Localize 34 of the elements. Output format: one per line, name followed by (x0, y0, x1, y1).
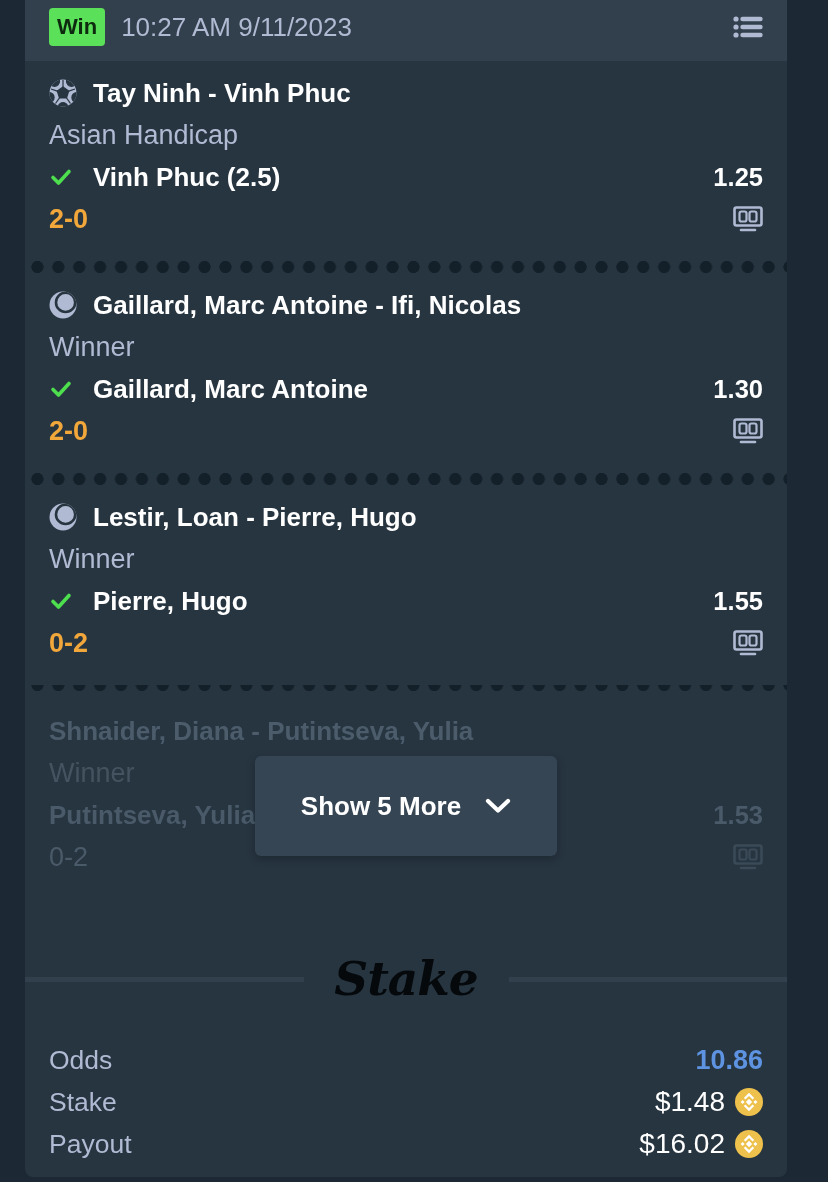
odds-value: 1.55 (713, 586, 763, 616)
soccer-ball-icon (49, 79, 77, 107)
scoreboard-icon (733, 206, 763, 232)
amount-value: $16.02 (639, 1128, 725, 1160)
summary-label: Payout (49, 1128, 132, 1160)
menu-icon[interactable] (733, 15, 763, 39)
event-title: Lestir, Loan - Pierre, Hugo (93, 501, 417, 533)
event-title: Gaillard, Marc Antoine - Ifi, Nicolas (93, 289, 522, 321)
summary-label: Stake (49, 1086, 117, 1118)
amount-value: $1.48 (654, 1086, 725, 1118)
market-name: Winner (49, 331, 135, 363)
selection-name: Pierre, Hugo (93, 585, 248, 617)
total-odds-value: 10.86 (695, 1044, 763, 1076)
tennis-ball-icon (49, 291, 77, 319)
status-badge: Win (49, 8, 106, 46)
scoreboard-icon (733, 630, 763, 656)
bet-time: 10:27 AM 9/11/2023 (121, 11, 352, 43)
odds-value: 1.25 (713, 162, 763, 192)
score-text: 0-2 (49, 627, 89, 659)
chevron-down-icon (485, 798, 512, 814)
odds-value: 1.30 (713, 374, 763, 404)
summary-label: Odds (49, 1044, 113, 1076)
show-more-button[interactable]: Show 5 More (255, 756, 557, 856)
market-name: Asian Handicap (49, 119, 239, 151)
selection-name: Gaillard, Marc Antoine (93, 373, 368, 405)
market-name: Winner (49, 543, 135, 575)
coin-icon (735, 1088, 763, 1116)
coin-icon (735, 1130, 763, 1158)
tennis-ball-icon (49, 503, 77, 531)
selection-name: Vinh Phuc (2.5) (93, 161, 281, 193)
score-text: 2-0 (49, 203, 89, 235)
score-text: 2-0 (49, 415, 89, 447)
scoreboard-icon (733, 418, 763, 444)
event-title: Tay Ninh - Vinh Phuc (93, 77, 351, 109)
